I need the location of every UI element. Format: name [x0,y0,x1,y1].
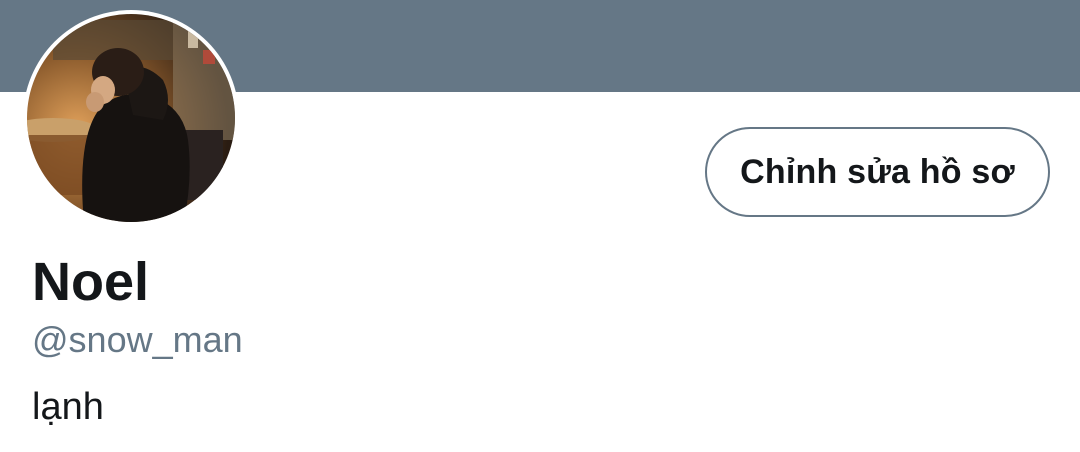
profile-header: Chỉnh sửa hồ sơ Noel @snow_man lạnh [0,0,1080,452]
edit-profile-button[interactable]: Chỉnh sửa hồ sơ [705,127,1050,217]
profile-handle: @snow_man [32,319,243,360]
avatar-photo [27,14,235,222]
avatar[interactable] [23,10,239,226]
profile-name: Noel [32,252,150,312]
profile-bio: lạnh [32,386,104,428]
edit-profile-button-label: Chỉnh sửa hồ sơ [740,152,1015,191]
